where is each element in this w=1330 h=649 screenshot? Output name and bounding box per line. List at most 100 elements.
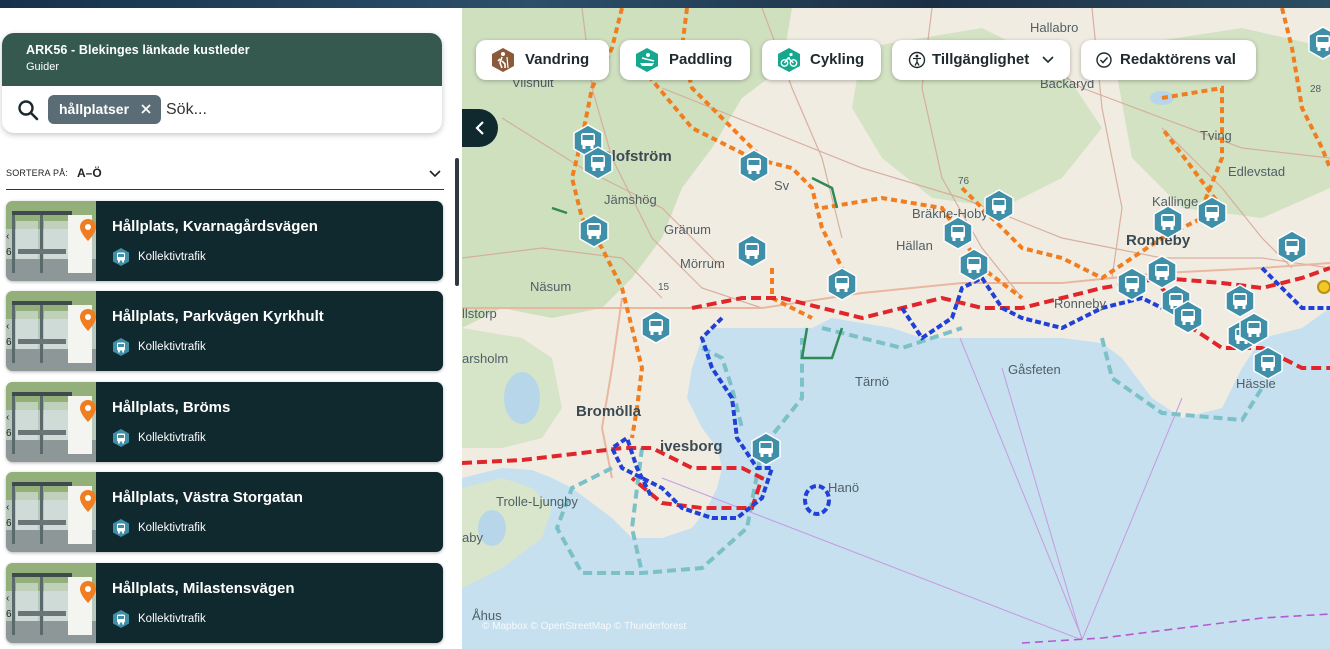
place-label-ivesborg: ivesborg <box>660 438 723 455</box>
place-label-jamshog: Jämshög <box>604 192 657 207</box>
sort-dropdown[interactable]: SORTERA PÅ: A–Ö <box>6 160 444 190</box>
bus-stop-marker-icon[interactable] <box>1172 300 1204 335</box>
sort-value: A–Ö <box>77 166 102 180</box>
chevron-down-icon <box>429 170 441 178</box>
svg-text:‹: ‹ <box>6 321 9 332</box>
bus-icon <box>113 429 129 447</box>
bus-stop-marker-icon[interactable] <box>1252 346 1284 381</box>
filter-paddling-button[interactable]: Paddling <box>620 40 750 80</box>
place-label-hallan: Hällan <box>896 238 933 253</box>
result-title: Hållplats, Bröms <box>112 399 231 416</box>
results-scrollbar[interactable] <box>455 158 459 286</box>
place-label-edlevstad: Edlevstad <box>1228 164 1286 179</box>
place-label-lstorp: llstorp <box>462 306 497 321</box>
filter-tillganglighet-label: Tillgänglighet <box>932 51 1030 68</box>
bus-stop-marker-icon[interactable] <box>582 146 614 181</box>
svg-text:‹: ‹ <box>6 593 9 604</box>
bus-stop-marker-icon[interactable] <box>1276 230 1308 265</box>
place-label-morrum: Mörrum <box>680 256 725 271</box>
result-category: Kollektivtrafik <box>138 341 206 353</box>
bus-stop-marker-icon[interactable] <box>1116 267 1148 302</box>
bus-stop-marker-icon[interactable] <box>1307 26 1330 61</box>
search-icon[interactable] <box>16 98 40 122</box>
bus-stop-marker-icon[interactable] <box>826 267 858 302</box>
place-label-granum: Gränum <box>664 222 711 237</box>
result-card[interactable]: ‹ 6 Hållplats, Kvarnagårdsvägen Kollekti… <box>6 201 443 281</box>
top-strip <box>0 0 1330 8</box>
svg-text:6: 6 <box>6 247 12 258</box>
place-label-nasum: Näsum <box>530 279 572 294</box>
filter-cykling-label: Cykling <box>810 51 865 68</box>
filter-vandring-label: Vandring <box>525 51 590 68</box>
bus-icon <box>113 519 129 537</box>
result-card[interactable]: ‹ 6 Hållplats, Bröms Kollektivtrafik <box>6 382 443 462</box>
filter-redaktorens-val-label: Redaktörens val <box>1120 51 1236 68</box>
road-number-76: 76 <box>958 176 970 187</box>
map[interactable]: Vilshult Hallabro Backaryd Olofström Jäm… <box>462 8 1330 649</box>
close-icon[interactable] <box>139 102 153 116</box>
bus-stop-marker-icon[interactable] <box>1196 196 1228 231</box>
filter-redaktorens-val-button[interactable]: Redaktörens val <box>1081 40 1256 80</box>
place-label-trolle-ljungby: Trolle-Ljungby <box>496 494 578 509</box>
guide-header: ARK56 - Blekinges länkade kustleder Guid… <box>2 33 442 86</box>
svg-text:‹: ‹ <box>6 502 9 513</box>
bus-icon <box>113 248 129 266</box>
bus-stop-thumbnail: ‹ 6 <box>6 382 96 462</box>
result-title: Hållplats, Kvarnagårdsvägen <box>112 218 318 235</box>
place-label-bromolla: Bromölla <box>576 403 642 420</box>
result-category: Kollektivtrafik <box>138 613 206 625</box>
result-card[interactable]: ‹ 6 Hållplats, Västra Storgatan Kollekti… <box>6 472 443 552</box>
bus-stop-thumbnail: ‹ 6 <box>6 201 96 281</box>
map-attribution: © Mapbox © OpenStreetMap © Thunderforest <box>482 621 687 632</box>
place-label-svangsta: Sv <box>774 178 790 193</box>
filter-chip[interactable]: hållplatser <box>48 95 162 124</box>
svg-text:‹: ‹ <box>6 412 9 423</box>
bus-stop-marker-icon[interactable] <box>736 234 768 269</box>
bus-stop-marker-icon[interactable] <box>1152 205 1184 240</box>
filter-paddling-label: Paddling <box>669 51 733 68</box>
chevron-left-icon <box>475 121 484 135</box>
filter-vandring-button[interactable]: Vandring <box>476 40 609 80</box>
bus-stop-marker-icon[interactable] <box>958 248 990 283</box>
place-label-hallabro: Hallabro <box>1030 20 1079 35</box>
sort-label: SORTERA PÅ: <box>6 168 69 178</box>
bus-stop-marker-icon[interactable] <box>738 149 770 184</box>
bus-stop-thumbnail: ‹ 6 <box>6 291 96 371</box>
hiking-icon <box>492 48 514 72</box>
location-pin-icon[interactable] <box>1317 280 1330 294</box>
place-label-hano: Hanö <box>828 480 860 495</box>
guide-subtitle: Guider <box>26 61 60 73</box>
bus-icon <box>113 610 129 628</box>
paddling-icon <box>636 48 658 72</box>
bus-stop-marker-icon[interactable] <box>640 310 672 345</box>
result-card[interactable]: ‹ 6 Hållplats, Parkvägen Kyrkhult Kollek… <box>6 291 443 371</box>
filter-cykling-button[interactable]: Cykling <box>762 40 881 80</box>
guide-title: ARK56 - Blekinges länkade kustleder <box>26 43 250 57</box>
place-label-tving: Tving <box>1200 128 1232 143</box>
road-number-15: 15 <box>658 282 670 293</box>
road-number-28: 28 <box>1310 84 1322 95</box>
result-card[interactable]: ‹ 6 Hållplats, Milastensvägen Kollektivt… <box>6 563 443 643</box>
bus-stop-marker-icon[interactable] <box>750 432 782 467</box>
accessibility-icon <box>908 51 926 69</box>
bus-stop-marker-icon[interactable] <box>983 189 1015 224</box>
search-card: ARK56 - Blekinges länkade kustleder Guid… <box>2 33 442 133</box>
bus-stop-thumbnail: ‹ 6 <box>6 472 96 552</box>
svg-text:6: 6 <box>6 428 12 439</box>
bus-stop-thumbnail: ‹ 6 <box>6 563 96 643</box>
filter-tillganglighet-dropdown[interactable]: Tillgänglighet <box>892 40 1070 80</box>
sidebar: ARK56 - Blekinges länkade kustleder Guid… <box>0 8 462 649</box>
place-label-ronnebyvik: Ronneby <box>1054 296 1107 311</box>
svg-text:‹: ‹ <box>6 231 9 242</box>
result-title: Hållplats, Milastensvägen <box>112 580 295 597</box>
search-row: hållplatser <box>2 86 442 133</box>
result-category: Kollektivtrafik <box>138 432 206 444</box>
search-input[interactable] <box>166 97 426 123</box>
svg-text:6: 6 <box>6 518 12 529</box>
bus-stop-marker-icon[interactable] <box>578 214 610 249</box>
svg-text:6: 6 <box>6 609 12 620</box>
bus-icon <box>113 338 129 356</box>
bus-stop-marker-icon[interactable] <box>1238 312 1270 347</box>
chevron-down-icon <box>1042 56 1054 64</box>
bus-stop-marker-icon[interactable] <box>942 216 974 251</box>
